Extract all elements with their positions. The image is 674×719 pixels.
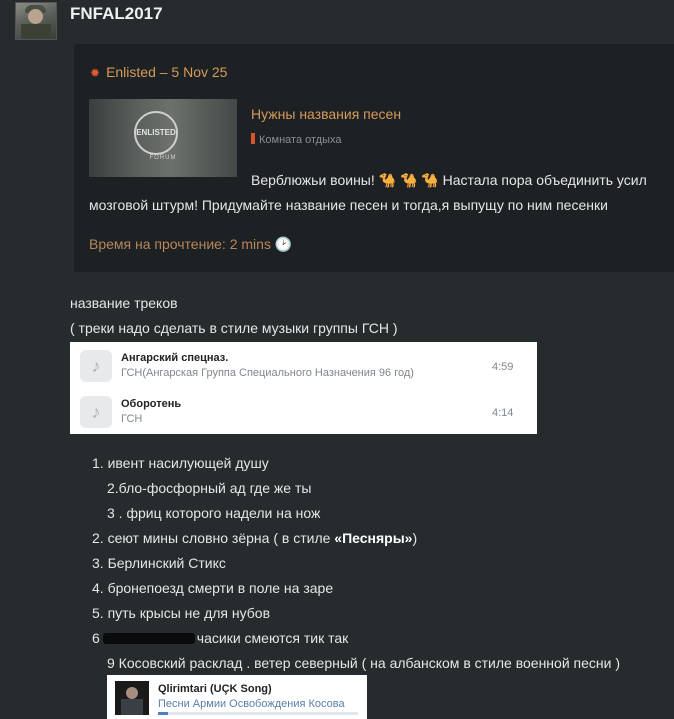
redaction-scribble: [102, 633, 195, 644]
quote-source: Enlisted – 5 Nov 25: [106, 64, 228, 80]
track-artist[interactable]: ГСН(Ангарская Группа Специального Назнач…: [121, 367, 414, 379]
list-item: 5. путь крысы не для нубов: [92, 605, 271, 621]
list-item-text: часики смеются тик так: [196, 630, 349, 646]
thumbnail-caption: FORUM: [149, 155, 177, 161]
quote-header[interactable]: ✹ Enlisted – 5 Nov 25: [90, 64, 227, 80]
list-item-bold: «Песняры»: [334, 530, 413, 546]
track-artist[interactable]: ГСН: [121, 413, 142, 425]
list-item: 2. сеют мины словно зёрна ( в стиле «Пес…: [92, 530, 417, 546]
playback-progress-bar[interactable]: [158, 712, 358, 715]
album-cover[interactable]: [115, 681, 149, 715]
track-title: Оборотень: [121, 398, 182, 410]
cover-figure-body: [121, 699, 143, 715]
quoted-topic-card[interactable]: ✹ Enlisted – 5 Nov 25 ENLISTED FORUM Нужн…: [74, 44, 674, 272]
audio-track[interactable]: ♪ Ангарский спецназ. ГСН(Ангарская Групп…: [70, 342, 537, 388]
audio-player[interactable]: Qlirimtari (UÇK Song) Песни Армии Освобо…: [107, 675, 367, 719]
reading-time: Время на прочтение: 2 mins 🕑: [89, 236, 293, 252]
topic-category[interactable]: Комната отдыха: [251, 133, 342, 146]
post-text-line-1: название треков: [70, 295, 178, 311]
list-item: 3. Берлинский Стикс: [92, 555, 226, 571]
list-item: 1. ивент насилующей душу: [92, 455, 269, 471]
post-text-line-2: ( треки надо сделать в стиле музыки груп…: [70, 320, 398, 336]
list-subitem: 3 . фриц которого надели на нож: [107, 505, 321, 521]
avatar-body: [21, 24, 51, 39]
track-duration: 4:14: [492, 407, 514, 419]
list-item: 9 Косовский расклад . ветер северный ( н…: [107, 655, 621, 671]
audio-track[interactable]: ♪ Оборотень ГСН 4:14: [70, 388, 537, 434]
list-subitem: 2.бло-фосфорный ад где же ты: [107, 480, 312, 496]
audio-track-list: ♪ Ангарский спецназ. ГСН(Ангарская Групп…: [70, 342, 537, 434]
user-avatar[interactable]: [15, 2, 57, 40]
track-title: Ангарский спецназ.: [121, 352, 229, 364]
track-duration: 4:59: [492, 361, 514, 373]
list-item: 6 часики смеются тик так: [92, 630, 348, 646]
category-label: Комната отдыха: [259, 134, 342, 146]
list-item: 4. бронепоезд смерти в поле на заре: [92, 580, 334, 596]
enlisted-emblem: ENLISTED: [134, 111, 178, 155]
avatar-face: [28, 9, 43, 24]
username[interactable]: FNFAL2017: [70, 4, 163, 24]
topic-thumbnail[interactable]: ENLISTED FORUM: [89, 99, 237, 177]
song-artist[interactable]: Песни Армии Освобождения Косова: [158, 698, 345, 710]
quote-text-line-2: мозговой штурм! Придумайте название песе…: [89, 197, 608, 213]
enlisted-logo-icon: ✹: [90, 66, 101, 80]
music-note-icon[interactable]: ♪: [80, 350, 112, 382]
list-item-number: 6: [92, 630, 100, 646]
topic-title-link[interactable]: Нужны названия песен: [251, 106, 401, 122]
list-item-text-end: ): [412, 530, 418, 546]
playback-progress-fill: [158, 712, 168, 715]
category-color-bar: [251, 133, 255, 144]
cover-figure-head: [126, 687, 138, 699]
song-title: Qlirimtari (UÇK Song): [158, 683, 272, 695]
list-item-text: 2. сеют мины словно зёрна ( в стиле: [92, 530, 335, 546]
music-note-icon[interactable]: ♪: [80, 396, 112, 428]
quote-text-line-1: Верблюжьи воины! 🐪 🐪 🐪 Настала пора объе…: [251, 172, 647, 188]
